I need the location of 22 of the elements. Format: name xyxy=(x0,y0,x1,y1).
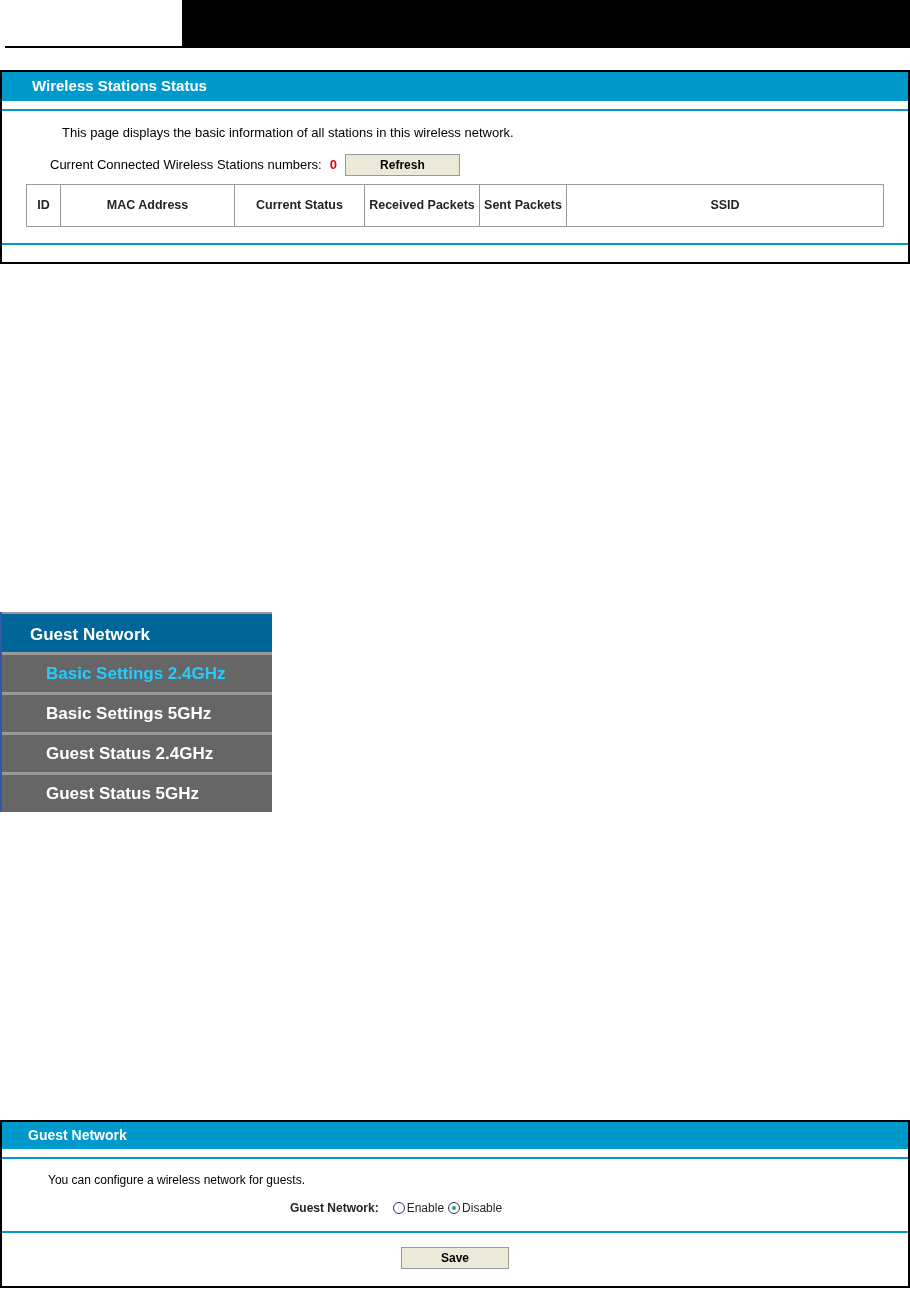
column-header: Received Packets xyxy=(364,184,480,227)
radio-label: Enable xyxy=(406,1200,445,1217)
radio-button[interactable] xyxy=(448,1202,461,1214)
menu-item[interactable]: Basic Settings 2.4GHz xyxy=(2,652,272,692)
description-text: You can configure a wireless network for guests. xyxy=(47,1172,307,1189)
description-text: This page displays the basic information of all stations in this wireless network. xyxy=(61,123,515,142)
menu-item[interactable]: Guest Status 2.4GHz xyxy=(2,732,272,772)
column-header: MAC Address xyxy=(60,184,235,227)
radio-label: Disable xyxy=(462,1200,503,1217)
menu-item[interactable]: Guest Status 5GHz xyxy=(2,772,272,812)
radio-button[interactable] xyxy=(392,1202,405,1214)
column-header: Current Status xyxy=(234,184,365,227)
column-header: Sent Packets xyxy=(479,184,567,227)
refresh-button[interactable]: Refresh xyxy=(344,154,460,176)
column-header: ID xyxy=(26,184,61,227)
menu-header: Guest Network xyxy=(2,612,272,652)
field-label: Guest Network: xyxy=(290,1200,379,1217)
save-button[interactable]: Save xyxy=(401,1247,509,1269)
count-value: 0 xyxy=(329,156,337,175)
column-header: SSID xyxy=(566,184,884,227)
count-label: Current Connected Wireless Stations numbers: xyxy=(50,156,322,175)
menu-item[interactable]: Basic Settings 5GHz xyxy=(2,692,272,732)
